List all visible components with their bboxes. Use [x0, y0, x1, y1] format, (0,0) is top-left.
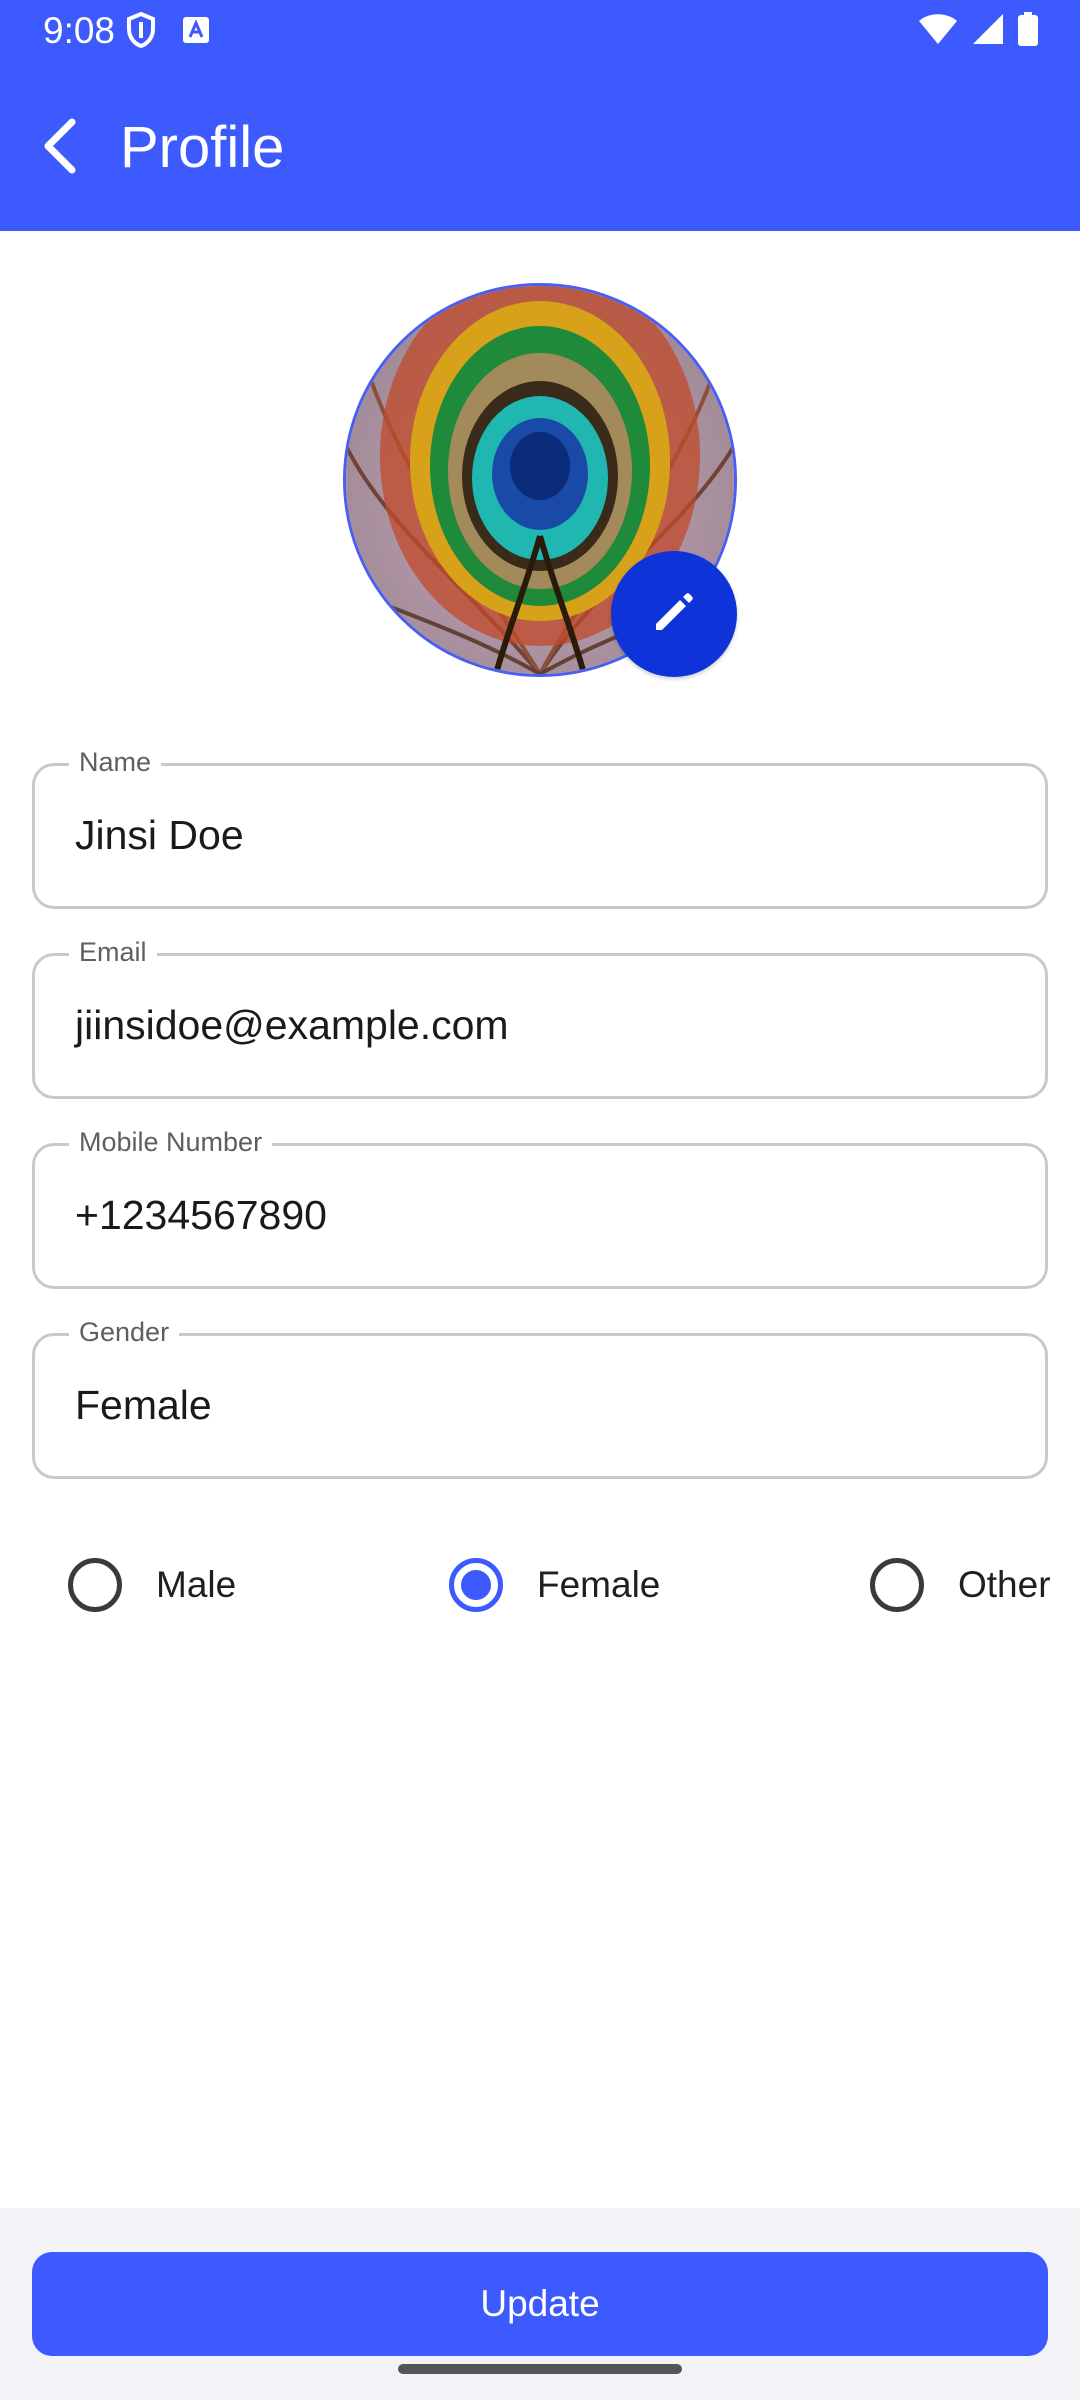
mobile-number-field-label: Mobile Number [69, 1126, 273, 1158]
radio-button-male[interactable] [68, 1558, 122, 1612]
chevron-left-icon [40, 118, 80, 179]
name-field-label: Name [69, 746, 162, 778]
battery-icon [1018, 12, 1038, 51]
shield-icon [126, 11, 156, 53]
back-button[interactable] [28, 112, 92, 184]
radio-button-other[interactable] [870, 1558, 924, 1612]
radio-option-female[interactable]: Female [449, 1555, 660, 1615]
gender-field-label: Gender [69, 1316, 180, 1348]
email-field[interactable]: Email jiinsidoe@example.com [32, 936, 1048, 1099]
wifi-icon [918, 13, 958, 50]
email-field-value[interactable]: jiinsidoe@example.com [75, 1000, 509, 1050]
name-field-value[interactable]: Jinsi Doe [75, 810, 244, 860]
avatar-container [343, 283, 737, 677]
gender-field[interactable]: Gender Female [32, 1316, 1048, 1479]
radio-label-male: Male [156, 1564, 237, 1605]
name-field[interactable]: Name Jinsi Doe [32, 746, 1048, 909]
gender-field-value[interactable]: Female [75, 1380, 212, 1430]
radio-option-other[interactable]: Other [870, 1555, 1051, 1615]
page-title: Profile [120, 115, 285, 180]
update-button[interactable]: Update [32, 2252, 1048, 2356]
radio-label-other: Other [958, 1564, 1051, 1605]
cellular-signal-icon [972, 13, 1004, 50]
mobile-number-field[interactable]: Mobile Number +1234567890 [32, 1126, 1048, 1289]
email-field-label: Email [69, 936, 157, 968]
gender-radio-group: Male Female Other [0, 1555, 1080, 1615]
radio-option-male[interactable]: Male [68, 1555, 236, 1615]
app-header: 9:08 Profile [0, 0, 1080, 231]
text-notification-icon [182, 16, 210, 49]
status-time: 9:08 [43, 10, 116, 51]
gesture-navigation-handle[interactable] [398, 2364, 682, 2374]
mobile-number-field-value[interactable]: +1234567890 [75, 1190, 327, 1240]
status-left-icons [126, 11, 210, 53]
radio-selected-dot [461, 1570, 491, 1600]
edit-avatar-button[interactable] [611, 551, 737, 677]
pencil-icon [650, 588, 698, 641]
status-right-icons [918, 12, 1038, 51]
radio-label-female: Female [537, 1564, 661, 1605]
radio-button-female[interactable] [449, 1558, 503, 1612]
